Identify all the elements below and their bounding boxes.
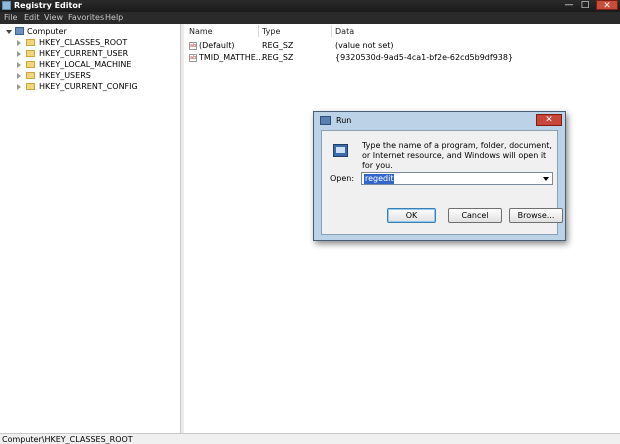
value-name: TMID_MATTHE... bbox=[199, 53, 264, 62]
open-input-value[interactable]: regedit bbox=[364, 174, 395, 184]
browse-button[interactable]: Browse... bbox=[509, 208, 563, 223]
menu-edit[interactable]: Edit bbox=[24, 13, 40, 22]
run-dialog: Run ✕ Type the name of a program, folder… bbox=[313, 111, 566, 241]
column-header-data[interactable]: Data bbox=[335, 27, 354, 36]
tree-item-hkey-local-machine[interactable]: HKEY_LOCAL_MACHINE bbox=[14, 59, 174, 70]
tree-item-label: HKEY_USERS bbox=[39, 71, 91, 80]
column-divider[interactable] bbox=[331, 25, 332, 37]
folder-icon bbox=[26, 83, 35, 90]
value-type: REG_SZ bbox=[262, 41, 294, 50]
value-data: (value not set) bbox=[335, 41, 394, 50]
ok-button[interactable]: OK bbox=[387, 208, 436, 223]
folder-icon bbox=[26, 61, 35, 68]
column-header-name[interactable]: Name bbox=[189, 27, 213, 36]
expand-arrow-icon[interactable] bbox=[17, 84, 21, 90]
title-bar: Registry Editor — □ ✕ bbox=[0, 0, 620, 12]
expand-arrow-icon[interactable] bbox=[17, 51, 21, 57]
close-button[interactable]: ✕ bbox=[596, 0, 618, 11]
expand-arrow-icon[interactable] bbox=[17, 62, 21, 68]
tree-item-label: HKEY_CURRENT_CONFIG bbox=[39, 82, 138, 91]
tree-item-hkey-current-user[interactable]: HKEY_CURRENT_USER bbox=[14, 48, 174, 59]
cancel-button[interactable]: Cancel bbox=[448, 208, 502, 223]
column-header-type[interactable]: Type bbox=[262, 27, 280, 36]
dropdown-arrow-icon[interactable] bbox=[543, 177, 549, 181]
column-divider[interactable] bbox=[258, 25, 259, 37]
collapse-arrow-icon[interactable] bbox=[6, 30, 12, 34]
menu-help[interactable]: Help bbox=[105, 13, 123, 22]
value-row[interactable]: ab (Default) REG_SZ (value not set) bbox=[185, 40, 615, 52]
run-dialog-body: Type the name of a program, folder, docu… bbox=[321, 130, 563, 235]
open-label: Open: bbox=[330, 174, 355, 183]
window-title: Registry Editor bbox=[14, 1, 82, 10]
value-data: {9320530d-9ad5-4ca1-bf2e-62cd5b9df938} bbox=[335, 53, 514, 62]
menu-view[interactable]: View bbox=[44, 13, 63, 22]
string-value-icon: ab bbox=[189, 42, 197, 50]
run-title-icon bbox=[320, 116, 331, 125]
status-bar: Computer\HKEY_CLASSES_ROOT bbox=[0, 433, 620, 444]
value-name: (Default) bbox=[199, 41, 235, 50]
maximize-button[interactable]: □ bbox=[578, 0, 592, 10]
tree-item-hkey-users[interactable]: HKEY_USERS bbox=[14, 70, 174, 81]
open-combobox[interactable]: regedit bbox=[361, 172, 553, 185]
run-program-icon bbox=[333, 144, 348, 157]
tree-item-label: HKEY_LOCAL_MACHINE bbox=[39, 60, 132, 69]
folder-icon bbox=[26, 72, 35, 79]
tree-item-hkey-current-config[interactable]: HKEY_CURRENT_CONFIG bbox=[14, 81, 174, 92]
tree-item-label: HKEY_CLASSES_ROOT bbox=[39, 38, 128, 47]
value-row[interactable]: ab TMID_MATTHE... REG_SZ {9320530d-9ad5-… bbox=[185, 52, 615, 64]
run-description: Type the name of a program, folder, docu… bbox=[362, 141, 552, 170]
computer-icon bbox=[15, 27, 24, 35]
status-path: Computer\HKEY_CLASSES_ROOT bbox=[2, 435, 133, 444]
run-dialog-title: Run bbox=[336, 116, 352, 125]
key-tree-pane: Computer HKEY_CLASSES_ROOT HKEY_CURRENT_… bbox=[0, 24, 181, 433]
tree-item-hkey-classes-root[interactable]: HKEY_CLASSES_ROOT bbox=[14, 37, 174, 48]
menu-favorites[interactable]: Favorites bbox=[68, 13, 104, 22]
pane-splitter[interactable] bbox=[181, 24, 184, 433]
value-type: REG_SZ bbox=[262, 53, 294, 62]
folder-icon bbox=[26, 39, 35, 46]
expand-arrow-icon[interactable] bbox=[17, 40, 21, 46]
tree-item-label: HKEY_CURRENT_USER bbox=[39, 49, 129, 58]
expand-arrow-icon[interactable] bbox=[17, 73, 21, 79]
menu-bar: File Edit View Favorites Help bbox=[0, 12, 620, 24]
run-dialog-close-button[interactable]: ✕ bbox=[536, 114, 562, 126]
registry-editor-icon bbox=[2, 1, 11, 10]
tree-item-computer[interactable]: Computer bbox=[4, 26, 174, 37]
folder-icon bbox=[26, 50, 35, 57]
minimize-button[interactable]: — bbox=[562, 0, 576, 10]
string-value-icon: ab bbox=[189, 54, 197, 62]
tree-item-label: Computer bbox=[27, 27, 67, 36]
menu-file[interactable]: File bbox=[4, 13, 17, 22]
